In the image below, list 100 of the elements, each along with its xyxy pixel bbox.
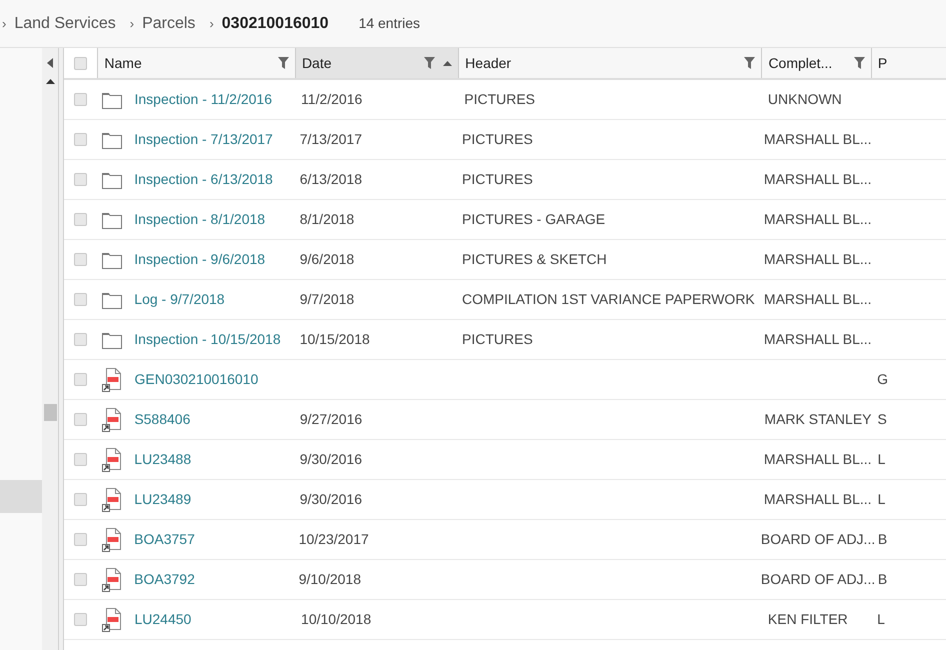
scrollbar-thumb[interactable] [44, 404, 56, 421]
table-cell-text: B [878, 530, 888, 549]
checkbox[interactable] [74, 533, 88, 546]
checkbox[interactable] [74, 453, 88, 466]
file-link[interactable]: Inspection - 6/13/2018 [134, 169, 273, 190]
table-cell-text: L [878, 450, 886, 469]
table-cell-text: PICTURES & SKETCH [462, 250, 607, 269]
filter-icon[interactable] [854, 57, 865, 69]
filter-icon[interactable] [278, 57, 289, 69]
pdf-shortcut-icon [102, 368, 122, 392]
table-cell-text: MARK STANLEY [764, 410, 872, 429]
checkbox[interactable] [74, 93, 88, 106]
filter-icon[interactable] [744, 57, 756, 69]
folder-icon [102, 170, 122, 188]
pdf-shortcut-icon [102, 528, 122, 552]
scrollbar[interactable] [42, 48, 58, 650]
sidebar-item[interactable] [0, 480, 42, 513]
column-header[interactable]: Date [294, 48, 458, 78]
column-header[interactable]: P [870, 48, 946, 78]
file-link[interactable]: Inspection - 8/1/2018 [134, 209, 266, 230]
breadcrumb-link[interactable]: Parcels [142, 12, 196, 36]
pdf-shortcut-icon [102, 448, 122, 472]
table-cell-text: 7/13/2017 [300, 130, 362, 149]
pdf-shortcut-icon [102, 568, 122, 592]
table-cell-text: 6/13/2018 [300, 170, 362, 189]
checkbox[interactable] [74, 213, 88, 226]
checkbox[interactable] [74, 133, 88, 146]
folder-icon [102, 330, 122, 348]
table-cell-text: L [878, 490, 886, 509]
table-cell-text: 10/15/2018 [300, 330, 370, 349]
table-cell-text: 9/7/2018 [300, 290, 354, 309]
table-cell-text: PICTURES [462, 130, 533, 149]
table-cell-text: G [877, 370, 888, 389]
table-cell-text: 9/30/2016 [300, 450, 362, 469]
file-link[interactable]: LU24450 [134, 609, 192, 630]
table-cell-text: B [878, 570, 888, 589]
entry-count: 14 entries [358, 14, 420, 33]
table-cell-text: PICTURES [464, 90, 536, 109]
checkbox[interactable] [74, 56, 88, 70]
checkbox[interactable] [74, 293, 88, 306]
table-cell-text: UNKNOWN [768, 90, 842, 109]
file-link[interactable]: GEN030210016010 [134, 369, 258, 390]
table-cell-text: 9/30/2016 [300, 490, 362, 509]
checkbox[interactable] [74, 173, 88, 186]
table-cell-text: S [878, 410, 887, 429]
checkbox[interactable] [74, 413, 88, 426]
file-link[interactable]: BOA3757 [134, 529, 195, 550]
checkbox[interactable] [74, 493, 88, 506]
file-link[interactable]: Inspection - 10/15/2018 [134, 329, 281, 350]
chevron-icon: › [130, 14, 134, 34]
file-link[interactable]: LU23489 [134, 489, 192, 510]
table-cell-text: MARSHALL BL... [764, 450, 872, 469]
file-link[interactable]: Inspection - 9/6/2018 [134, 249, 266, 270]
table-cell-text: 10/23/2017 [298, 530, 369, 549]
table-cell-text: 9/10/2018 [298, 570, 361, 589]
checkbox[interactable] [74, 373, 88, 386]
table-cell-text: L [877, 610, 885, 629]
file-link[interactable]: Log - 9/7/2018 [134, 289, 225, 310]
scroll-up-icon[interactable] [46, 79, 54, 84]
file-link[interactable]: Inspection - 7/13/2017 [134, 129, 273, 150]
table-cell-text: PICTURES - GARAGE [462, 210, 606, 229]
checkbox[interactable] [74, 573, 88, 586]
checkbox[interactable] [74, 333, 88, 346]
folder-icon [102, 90, 122, 108]
breadcrumb-link[interactable]: 030210016010 [222, 12, 329, 36]
folder-icon [102, 210, 122, 228]
column-header[interactable]: Header [458, 48, 762, 78]
pdf-shortcut-icon [102, 608, 122, 632]
folder-icon [102, 290, 122, 308]
folder-icon [102, 250, 122, 268]
table-cell-text: KEN FILTER [768, 610, 848, 629]
table-cell-text: BOARD OF ADJ... [760, 570, 876, 589]
table-cell-text: 9/27/2016 [300, 410, 362, 429]
table-cell-text: MARSHALL BL... [764, 330, 872, 349]
table-cell-text: MARSHALL BL... [764, 250, 872, 269]
table-cell-text: MARSHALL BL... [764, 210, 872, 229]
file-link[interactable]: LU23488 [134, 449, 192, 470]
table-cell-text: PICTURES [462, 330, 533, 349]
collapse-arrow-icon[interactable] [47, 58, 53, 68]
table-cell-text: COMPILATION 1ST VARIANCE PAPERWORK [462, 290, 755, 309]
table-cell-text: MARSHALL BL... [764, 290, 872, 309]
chevron-icon: › [2, 14, 6, 34]
folder-icon [102, 130, 122, 148]
column-header[interactable]: Name [97, 48, 295, 78]
file-link[interactable]: S588406 [134, 409, 190, 430]
file-link[interactable]: BOA3792 [134, 569, 195, 590]
chevron-icon: › [209, 14, 214, 34]
table-cell-text: MARSHALL BL... [764, 130, 872, 149]
table-cell-text: PICTURES [462, 170, 533, 189]
table-cell-text: 10/10/2018 [301, 610, 372, 629]
table-cell-text: BOARD OF ADJ... [760, 530, 876, 549]
table-cell-text: 8/1/2018 [300, 210, 354, 229]
file-link[interactable]: Inspection - 11/2/2016 [134, 89, 272, 110]
column-header[interactable]: Complet... [761, 48, 871, 78]
checkbox[interactable] [74, 613, 88, 626]
filter-icon[interactable] [424, 57, 436, 69]
breadcrumb-link[interactable]: Land Services [14, 12, 116, 36]
sort-ascending-icon[interactable] [443, 60, 452, 66]
table-cell-text: 11/2/2016 [301, 90, 362, 109]
checkbox[interactable] [74, 253, 88, 266]
